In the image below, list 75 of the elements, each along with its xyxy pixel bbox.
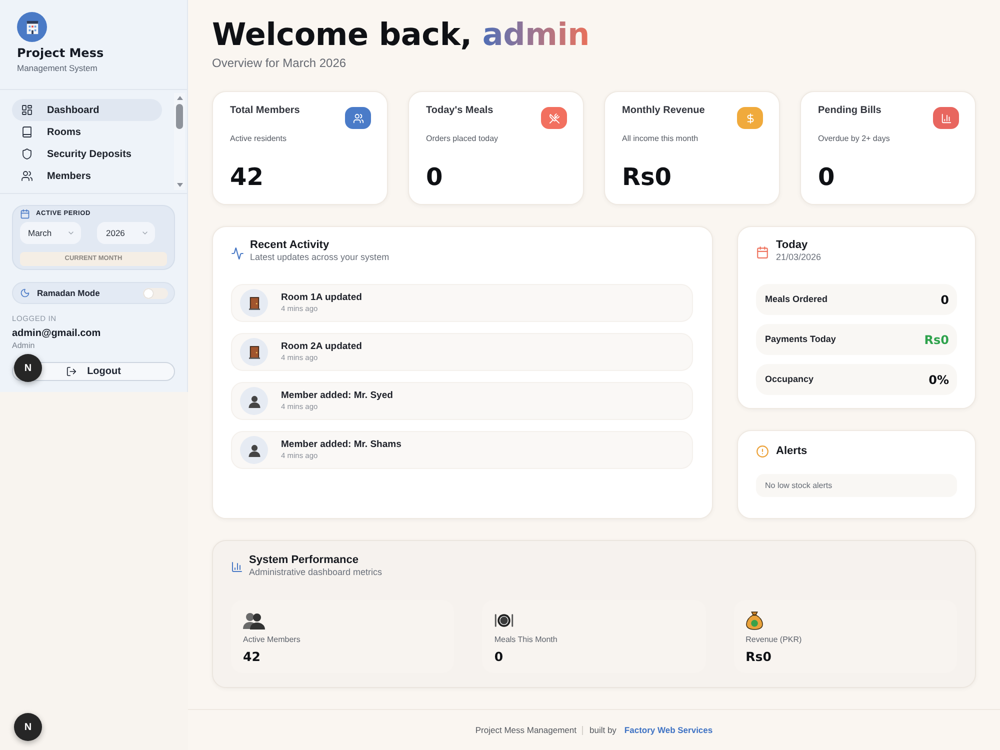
nav-item[interactable]: Rooms xyxy=(12,121,162,143)
performance-title: System Performance xyxy=(249,554,358,567)
summary-value: 0 xyxy=(940,292,949,308)
metric-value: 42 xyxy=(243,649,260,664)
activity-title: Recent Activity xyxy=(250,239,330,252)
person-icon xyxy=(240,436,268,464)
shield-icon xyxy=(21,148,33,160)
plate-icon xyxy=(494,613,514,628)
metric-value: 0 xyxy=(494,649,504,664)
stat-subtitle: Orders placed today xyxy=(426,134,498,144)
summary-label: Occupancy xyxy=(765,372,814,386)
book-icon xyxy=(21,126,33,138)
company-link[interactable]: Factory Web Services xyxy=(624,724,713,736)
performance-subtitle: Administrative dashboard metrics xyxy=(249,567,382,578)
activity-text: Room 1A updated xyxy=(281,292,362,304)
summary-value: Rs0 xyxy=(924,332,949,348)
summary-label: Payments Today xyxy=(765,332,836,346)
user-email: admin@gmail.com xyxy=(12,326,101,340)
summary-value: 0% xyxy=(928,372,949,388)
activity-text: Room 2A updated xyxy=(281,341,362,353)
today-date: 21/03/2026 xyxy=(776,252,822,263)
stat-subtitle: Overdue by 2+ days xyxy=(818,134,890,144)
brand-title: Project Mess xyxy=(17,45,104,61)
activity-subtitle: Latest updates across your system xyxy=(250,252,390,263)
alert-icon xyxy=(756,445,769,458)
calendar-icon xyxy=(20,209,30,219)
month-select[interactable]: March xyxy=(20,222,81,244)
alert-text: No low stock alerts xyxy=(765,480,832,492)
brand-subtitle: Management System xyxy=(17,63,98,74)
calendar-icon xyxy=(756,246,769,259)
toggle-switch[interactable] xyxy=(143,288,168,298)
stat-value: Rs0 xyxy=(622,164,672,190)
building-icon xyxy=(17,12,47,42)
grid-icon xyxy=(21,104,33,116)
door-icon xyxy=(240,289,268,317)
money-bag-icon xyxy=(746,611,763,630)
summary-label: Meals Ordered xyxy=(765,292,828,306)
today-title: Today xyxy=(776,239,808,252)
year-select[interactable]: 2026 xyxy=(97,222,155,244)
logout-icon xyxy=(66,366,78,377)
nav-item[interactable]: Members xyxy=(12,165,162,187)
metric-label: Active Members xyxy=(243,635,300,645)
activity-text: Member added: Mr. Shams xyxy=(281,439,402,451)
overview-subtitle: Overview for March 2026 xyxy=(212,55,346,71)
activity-text: Member added: Mr. Syed xyxy=(281,390,393,402)
ramadan-mode-label: Ramadan Mode xyxy=(37,286,100,300)
welcome-heading: Welcome back, admin xyxy=(212,17,590,53)
bar-chart-icon xyxy=(231,561,243,573)
scrollbar[interactable] xyxy=(174,93,185,190)
user-role: Admin xyxy=(12,341,35,351)
footer-text: Project Mess Management xyxy=(475,724,576,736)
chevron-down-icon xyxy=(67,229,75,237)
stat-title: Total Members xyxy=(230,105,300,117)
people-icon xyxy=(243,612,265,630)
stat-value: 0 xyxy=(426,164,443,190)
stat-title: Monthly Revenue xyxy=(622,105,705,117)
nav-item[interactable]: Dashboard xyxy=(12,99,162,121)
pulse-icon xyxy=(231,247,244,260)
door-icon xyxy=(240,338,268,366)
metric-label: Revenue (PKR) xyxy=(746,635,802,645)
footer-text: built by xyxy=(589,724,616,736)
stat-value: 42 xyxy=(230,164,264,190)
moon-icon xyxy=(20,288,30,298)
alerts-title: Alerts xyxy=(776,445,808,458)
person-icon xyxy=(240,387,268,415)
metric-label: Meals This Month xyxy=(494,635,558,645)
metric-value: Rs0 xyxy=(746,649,772,664)
chevron-down-icon xyxy=(141,229,149,237)
stat-subtitle: All income this month xyxy=(622,134,698,144)
stat-value: 0 xyxy=(818,164,835,190)
stat-title: Today's Meals xyxy=(426,105,494,117)
stat-subtitle: Active residents xyxy=(230,134,286,144)
stat-title: Pending Bills xyxy=(818,105,882,117)
users-icon xyxy=(21,170,33,182)
nav-item[interactable]: Security Deposits xyxy=(12,143,162,165)
